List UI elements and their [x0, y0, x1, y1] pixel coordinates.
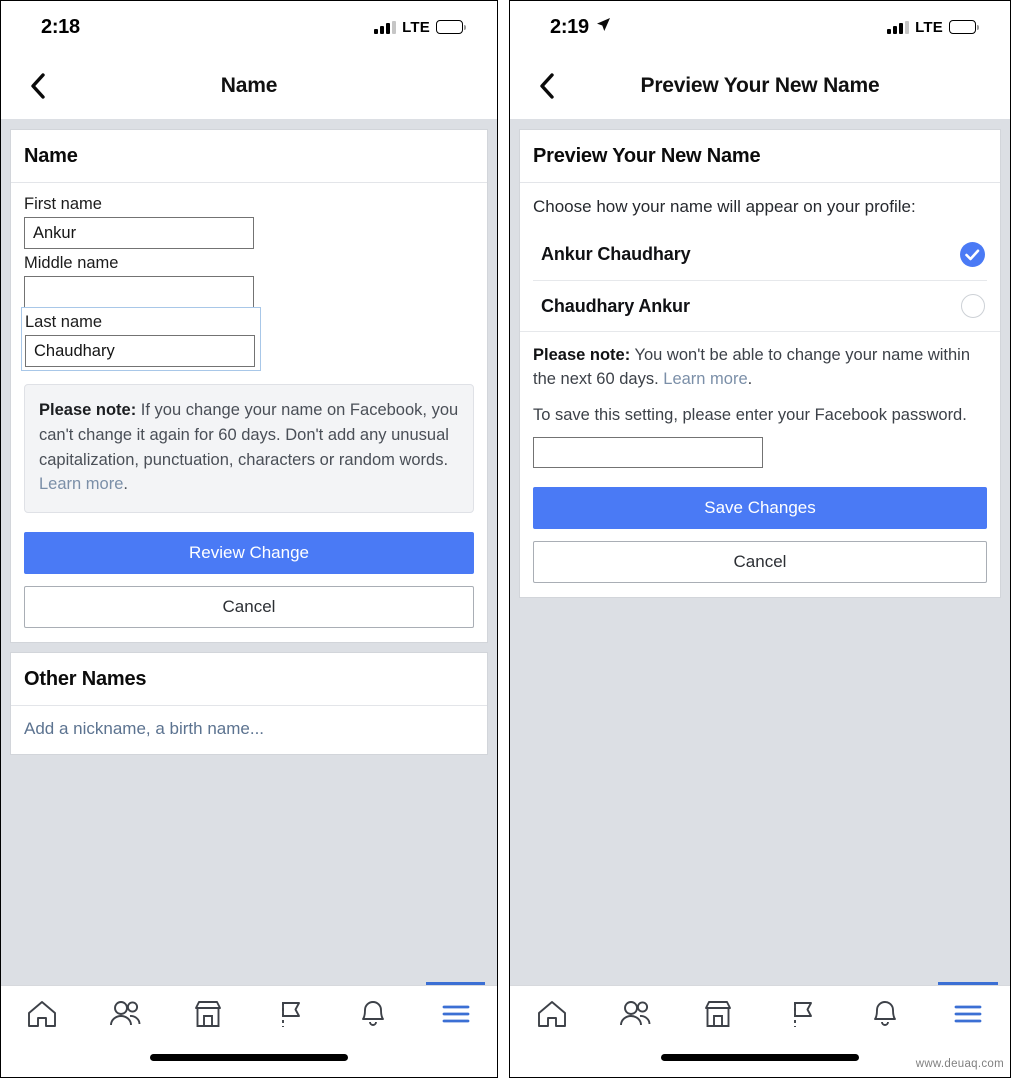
note-trailing: .: [747, 369, 753, 388]
name-option-label: Chaudhary Ankur: [541, 295, 690, 316]
chevron-left-icon[interactable]: [21, 69, 55, 103]
name-policy-note: Please note: If you change your name on …: [24, 384, 474, 513]
name-option-row[interactable]: Ankur Chaudhary: [533, 229, 987, 280]
tab-menu[interactable]: [414, 982, 497, 1042]
note-bold-prefix: Please note:: [39, 401, 137, 419]
page-title: Preview Your New Name: [640, 74, 880, 97]
preview-policy-note: Please note: You won't be able to change…: [533, 344, 987, 392]
preview-card: Preview Your New Name Choose how your na…: [519, 129, 1001, 598]
status-bar: 2:18 LTE: [1, 1, 497, 53]
middle-name-field-group: Middle name: [24, 252, 474, 308]
tab-marketplace[interactable]: [166, 986, 249, 1042]
tab-pages[interactable]: [760, 986, 843, 1042]
preview-card-title: Preview Your New Name: [533, 145, 761, 167]
status-bar: 2:19 LTE: [510, 1, 1010, 53]
divider: [520, 331, 1000, 332]
status-clock: 2:18: [41, 15, 80, 38]
page-title: Name: [220, 74, 278, 97]
tab-home[interactable]: [1, 986, 84, 1042]
navigation-bar: Name: [1, 53, 497, 119]
other-names-card: Other Names Add a nickname, a birth name…: [10, 652, 488, 755]
cancel-button[interactable]: Cancel: [533, 540, 987, 583]
other-names-card-header: Other Names: [11, 653, 487, 706]
note-bold-prefix: Please note:: [533, 346, 631, 364]
tab-friends[interactable]: [593, 986, 676, 1042]
password-prompt: To save this setting, please enter your …: [533, 405, 967, 424]
tab-notifications[interactable]: [332, 986, 415, 1042]
home-indicator: [150, 1054, 348, 1061]
first-name-label: First name: [24, 195, 102, 213]
tab-menu[interactable]: [927, 982, 1010, 1042]
learn-more-link[interactable]: Learn more: [39, 475, 123, 493]
tab-friends[interactable]: [84, 986, 167, 1042]
password-input[interactable]: [533, 436, 763, 468]
name-card-body: First name Middle name Last name Please …: [11, 183, 487, 642]
status-clock: 2:19: [550, 15, 589, 38]
save-changes-button[interactable]: Save Changes: [533, 486, 987, 529]
scroll-content-area: Preview Your New Name Choose how your na…: [510, 119, 1010, 985]
last-name-field-group: Last name: [21, 307, 261, 371]
home-indicator: [661, 1054, 859, 1061]
other-names-card-title: Other Names: [24, 668, 147, 690]
tab-home[interactable]: [510, 986, 593, 1042]
cancel-button[interactable]: Cancel: [24, 586, 474, 628]
phone-screen-name-editor: 2:18 LTE Name Name First name Ankur Midd…: [0, 0, 498, 1078]
preview-card-body: Choose how your name will appear on your…: [520, 183, 1000, 597]
radio-unselected-icon[interactable]: [961, 294, 985, 318]
bottom-tab-bar: [1, 982, 497, 1077]
carrier-label: LTE: [915, 18, 943, 36]
status-bar-left: 2:19: [550, 16, 611, 39]
check-circle-icon[interactable]: [960, 242, 985, 267]
name-option-label: Ankur Chaudhary: [541, 244, 691, 264]
carrier-label: LTE: [402, 18, 430, 36]
chevron-left-icon[interactable]: [530, 69, 564, 103]
navigation-bar: Preview Your New Name: [510, 53, 1010, 119]
preview-card-header: Preview Your New Name: [520, 130, 1000, 183]
name-card-title: Name: [24, 145, 78, 167]
first-name-input[interactable]: [24, 217, 254, 249]
status-bar-right: LTE: [887, 18, 979, 36]
learn-more-link[interactable]: Learn more: [663, 370, 747, 388]
battery-icon: [949, 20, 979, 34]
add-nickname-row[interactable]: Add a nickname, a birth name...: [11, 706, 487, 754]
last-name-label: Last name: [25, 313, 103, 331]
status-bar-left: 2:18: [41, 16, 80, 39]
note-trailing: .: [123, 475, 128, 494]
name-card-header: Name: [11, 130, 487, 183]
scroll-content-area: Name First name Middle name Last name: [1, 119, 497, 985]
battery-icon: [436, 20, 466, 34]
instruction-text: Choose how your name will appear on your…: [533, 197, 916, 216]
review-change-button[interactable]: Review Change: [24, 532, 474, 574]
middle-name-label: Middle name: [24, 254, 119, 272]
status-bar-right: LTE: [374, 18, 466, 36]
signal-strength-icon: [374, 20, 397, 34]
screen-divider-gap: [498, 0, 509, 1078]
tab-notifications[interactable]: [843, 986, 926, 1042]
first-name-field-group: First name: [24, 193, 474, 249]
last-name-input[interactable]: [25, 335, 255, 367]
name-option-row[interactable]: Chaudhary Ankur: [533, 280, 987, 331]
location-arrow-icon: [596, 17, 611, 37]
signal-strength-icon: [887, 20, 910, 34]
dual-screenshot-container: 2:18 LTE Name Name First name Ankur Midd…: [0, 0, 1011, 1078]
phone-screen-name-preview: 2:19 LTE Preview Your New Name Preview Y…: [509, 0, 1011, 1078]
name-card: Name First name Middle name Last name: [10, 129, 488, 643]
middle-name-input[interactable]: [24, 276, 254, 308]
tab-marketplace[interactable]: [677, 986, 760, 1042]
site-watermark: www.deuaq.com: [915, 1058, 1004, 1070]
tab-pages[interactable]: [249, 986, 332, 1042]
